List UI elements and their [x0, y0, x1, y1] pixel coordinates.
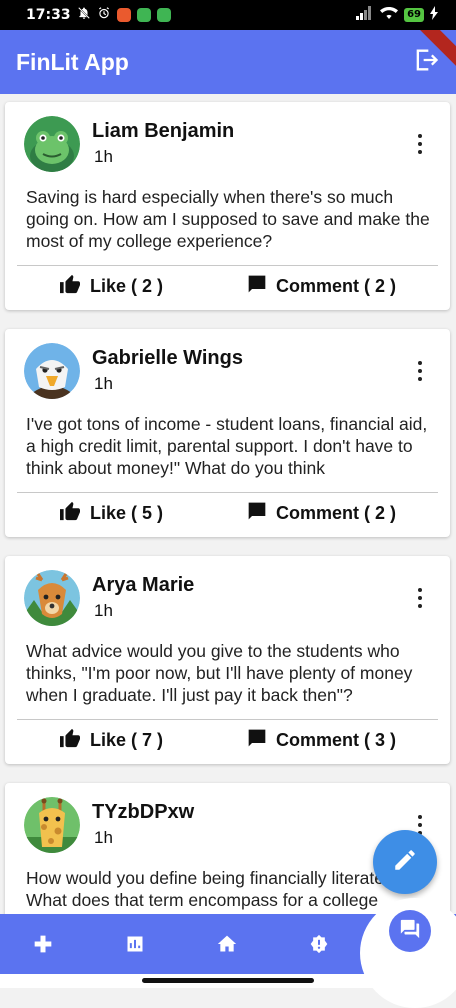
notification-app-icon: [116, 8, 131, 22]
home-indicator[interactable]: [142, 978, 314, 983]
comment-button[interactable]: Comment ( 2 ): [247, 499, 396, 527]
post-author[interactable]: Liam Benjamin: [92, 120, 234, 143]
thumb-up-icon: [59, 728, 81, 753]
post-card: Arya Marie 1h What advice would you give…: [5, 556, 450, 764]
like-button[interactable]: Like ( 2 ): [59, 272, 163, 300]
thumb-up-icon: [59, 274, 81, 299]
signal-icon: [356, 6, 374, 24]
games-icon[interactable]: [33, 934, 53, 954]
like-button[interactable]: Like ( 7 ): [59, 726, 163, 754]
divider: [17, 719, 438, 720]
like-label: Like ( 5 ): [90, 502, 164, 523]
eagle-avatar-icon[interactable]: [24, 343, 80, 399]
app-bar: FinLit App: [0, 30, 456, 94]
logout-icon[interactable]: [412, 46, 440, 79]
chat-button[interactable]: [389, 910, 431, 952]
wifi-icon: [380, 6, 399, 24]
frog-avatar-icon[interactable]: [24, 116, 80, 172]
like-button[interactable]: Like ( 5 ): [59, 499, 163, 527]
comment-button[interactable]: Comment ( 2 ): [247, 272, 396, 300]
post-author[interactable]: Arya Marie: [92, 574, 194, 597]
post-time: 1h: [94, 147, 113, 166]
post-text: I've got tons of income - student loans,…: [26, 414, 428, 478]
status-time: 17:33: [26, 7, 71, 23]
post-text: What advice would you give to the studen…: [26, 641, 413, 705]
comment-label: Comment ( 3 ): [276, 729, 397, 750]
create-post-button[interactable]: [373, 830, 437, 894]
deer-avatar-icon[interactable]: [24, 570, 80, 626]
pencil-icon: [392, 847, 418, 878]
post-text: Saving is hard especially when there's s…: [26, 187, 430, 251]
battery-indicator: 69: [404, 8, 424, 22]
mute-icon: [77, 6, 91, 24]
comment-icon: [247, 501, 267, 526]
post-card: Liam Benjamin 1h Saving is hard especial…: [5, 102, 450, 310]
more-options-icon[interactable]: [416, 134, 424, 154]
alarm-icon: [97, 6, 111, 24]
post-author[interactable]: TYzbDPxw: [92, 801, 194, 824]
alert-badge-icon[interactable]: [309, 934, 329, 954]
giraffe-avatar-icon[interactable]: [24, 797, 80, 853]
thumb-up-icon: [59, 501, 81, 526]
comment-label: Comment ( 2 ): [276, 502, 397, 523]
comment-button[interactable]: Comment ( 3 ): [247, 726, 396, 754]
chat-icon: [399, 918, 421, 945]
comment-label: Comment ( 2 ): [276, 275, 397, 296]
more-options-icon[interactable]: [416, 588, 424, 608]
more-options-icon[interactable]: [416, 361, 424, 381]
like-label: Like ( 2 ): [90, 275, 164, 296]
home-icon[interactable]: [217, 934, 237, 954]
post-text: How would you define being financially l…: [26, 868, 394, 910]
post-time: 1h: [94, 601, 113, 620]
charging-icon: [430, 6, 438, 24]
notification-app-icon: [136, 8, 151, 22]
post-card: Gabrielle Wings 1h I've got tons of inco…: [5, 329, 450, 537]
status-bar: 17:33 69: [0, 0, 456, 30]
notification-app-icon: [156, 8, 171, 22]
bottom-navigation: [0, 898, 456, 1008]
like-label: Like ( 7 ): [90, 729, 164, 750]
system-navigation-bar: [0, 974, 456, 988]
post-author[interactable]: Gabrielle Wings: [92, 347, 243, 370]
chart-icon[interactable]: [125, 934, 145, 954]
comment-icon: [247, 728, 267, 753]
divider: [17, 492, 438, 493]
post-feed[interactable]: Liam Benjamin 1h Saving is hard especial…: [0, 94, 456, 914]
divider: [17, 265, 438, 266]
post-time: 1h: [94, 374, 113, 393]
post-time: 1h: [94, 828, 113, 847]
app-title: FinLit App: [16, 48, 129, 75]
comment-icon: [247, 274, 267, 299]
